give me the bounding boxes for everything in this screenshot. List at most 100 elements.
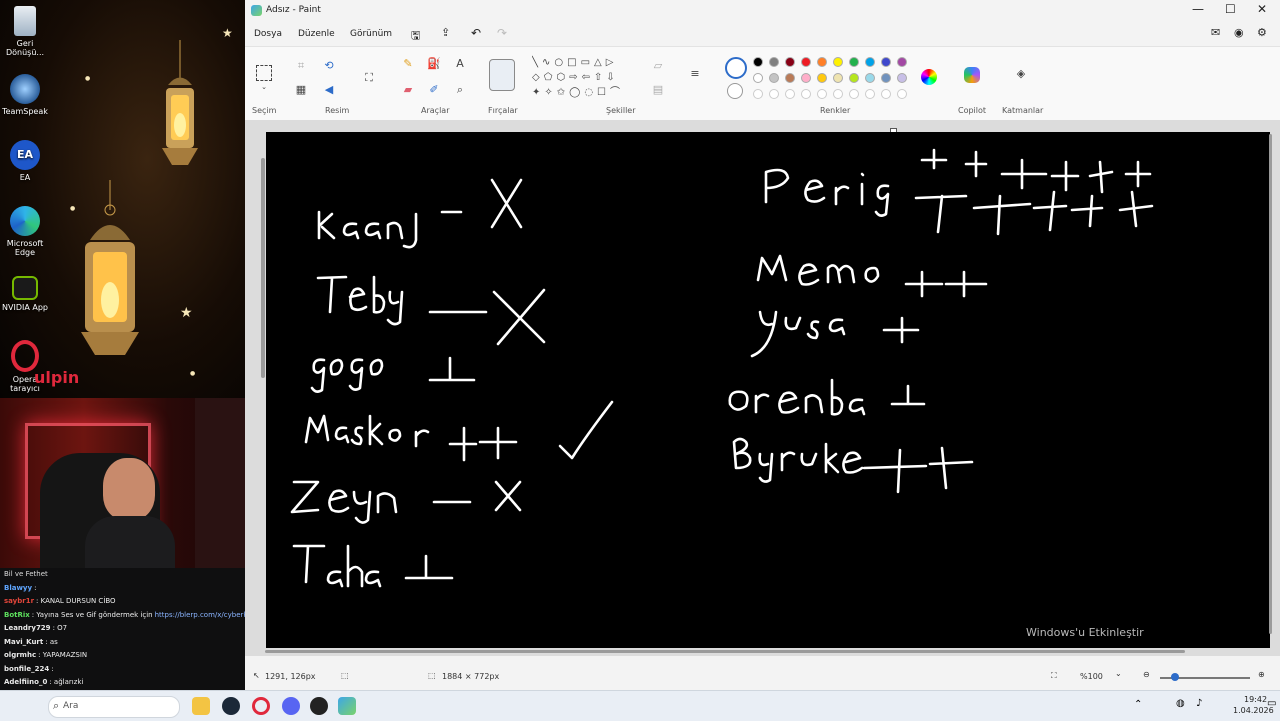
drawing-canvas[interactable]: Windows'u Etkinleştir <box>266 132 1270 648</box>
color-swatch[interactable] <box>785 57 795 67</box>
color-swatch[interactable] <box>897 73 907 83</box>
shape-fill-icon[interactable]: ▤ <box>650 83 666 96</box>
copilot-icon[interactable] <box>964 67 980 83</box>
pencil-icon[interactable]: ✎ <box>400 57 416 70</box>
flip-icon[interactable]: ◀ <box>321 83 337 96</box>
desktop-icon-teamspeak[interactable]: TeamSpeak <box>0 74 50 116</box>
chat-link[interactable]: https://blerp.com/x/cyberkhan <box>155 611 245 619</box>
shape-outline-icon[interactable]: ▱ <box>650 59 666 72</box>
chevron-down-icon[interactable]: ⌄ <box>256 83 272 91</box>
custom-color-slot[interactable] <box>785 89 795 99</box>
primary-color[interactable] <box>725 57 747 79</box>
chat-username[interactable]: saybr1r <box>4 597 34 605</box>
color-swatch[interactable] <box>881 73 891 83</box>
chevron-down-icon[interactable]: ⌄ <box>1115 669 1122 678</box>
zoom-select[interactable]: %100 <box>1080 672 1103 681</box>
custom-color-slot[interactable] <box>769 89 779 99</box>
desktop-icon-nvidia[interactable]: NVIDIA App <box>0 276 50 312</box>
color-swatch[interactable] <box>785 73 795 83</box>
custom-color-slot[interactable] <box>801 89 811 99</box>
discord-icon[interactable] <box>282 697 300 715</box>
chat-username[interactable]: Blawyy <box>4 584 32 592</box>
menu-file[interactable]: Dosya <box>254 29 282 39</box>
color-picker-icon[interactable]: ✐ <box>426 83 442 96</box>
search-box[interactable]: ⌕ Ara <box>48 696 180 718</box>
opera-taskbar-icon[interactable] <box>252 697 270 715</box>
network-icon[interactable]: ◍ <box>1176 698 1185 709</box>
share-icon[interactable]: ⇪ <box>441 26 450 39</box>
custom-color-slot[interactable] <box>817 89 827 99</box>
text-icon[interactable]: A <box>452 57 468 70</box>
eraser-icon[interactable]: ▰ <box>400 83 416 96</box>
custom-color-slot[interactable] <box>833 89 843 99</box>
color-swatch[interactable] <box>849 57 859 67</box>
shapes-gallery[interactable]: ╲∿○□▭△▷ ◇⬠⬡⇨⇦⇧⇩ ✦✧✩◯◌☐⌒ <box>532 55 636 101</box>
fill-icon[interactable]: ⛽ <box>426 57 442 70</box>
obs-icon[interactable] <box>310 697 328 715</box>
chat-username[interactable]: Adelfiino_0 <box>4 678 47 686</box>
notification-icon[interactable]: ▭ <box>1267 698 1276 709</box>
zoom-in-icon[interactable]: ⊕ <box>1258 670 1265 679</box>
layers-icon[interactable]: ◈ <box>1013 67 1029 80</box>
horizontal-scrollbar[interactable] <box>265 650 1185 653</box>
color-swatch[interactable] <box>833 73 843 83</box>
vertical-scrollbar[interactable] <box>1269 134 1272 634</box>
resize-icon[interactable]: ▦ <box>293 83 309 96</box>
color-swatch[interactable] <box>865 57 875 67</box>
color-swatch[interactable] <box>769 57 779 67</box>
selection-tool[interactable] <box>256 65 272 81</box>
desktop-icon-edge[interactable]: Microsoft Edge <box>0 206 50 257</box>
close-button[interactable]: ✕ <box>1257 2 1267 16</box>
volume-icon[interactable]: ♪ <box>1196 698 1202 709</box>
color-swatch[interactable] <box>817 73 827 83</box>
size-icon[interactable]: ≡ <box>687 67 703 80</box>
chat-username[interactable]: olgrmhc <box>4 651 36 659</box>
chat-username[interactable]: Leandry729 <box>4 624 51 632</box>
image-select-icon[interactable]: ⛶ <box>361 71 377 85</box>
chat-username[interactable]: Mavi_Kurt <box>4 638 43 646</box>
color-swatch[interactable] <box>881 57 891 67</box>
maximize-button[interactable]: ☐ <box>1225 2 1236 16</box>
custom-color-slot[interactable] <box>753 89 763 99</box>
paint-taskbar-icon[interactable] <box>338 697 356 715</box>
color-swatch[interactable] <box>769 73 779 83</box>
custom-color-slot[interactable] <box>849 89 859 99</box>
color-swatch[interactable] <box>865 73 875 83</box>
steam-icon[interactable] <box>222 697 240 715</box>
save-icon[interactable]: 🖫 <box>411 27 420 46</box>
menu-edit[interactable]: Düzenle <box>298 29 335 39</box>
account-icon[interactable]: ◉ <box>1234 26 1244 39</box>
chevron-up-icon[interactable]: ⌃ <box>1134 699 1142 710</box>
fit-to-window-icon[interactable]: ⛶ <box>1051 671 1057 681</box>
custom-color-slot[interactable] <box>865 89 875 99</box>
color-swatch[interactable] <box>897 57 907 67</box>
redo-icon[interactable]: ↷ <box>497 26 507 40</box>
color-swatch[interactable] <box>833 57 843 67</box>
vertical-scroll-left[interactable] <box>261 158 265 378</box>
desktop-icon-recycle-bin[interactable]: Geri Dönüşü... <box>0 6 50 57</box>
zoom-out-icon[interactable]: ⊖ <box>1143 670 1150 679</box>
clock-time[interactable]: 19:42 <box>1244 695 1267 704</box>
desktop-icon-ea[interactable]: EA EA <box>0 140 50 182</box>
custom-color-slot[interactable] <box>881 89 891 99</box>
color-swatch[interactable] <box>801 73 811 83</box>
secondary-color[interactable] <box>727 83 743 99</box>
color-swatch[interactable] <box>849 73 859 83</box>
undo-icon[interactable]: ↶ <box>471 26 481 40</box>
rotate-icon[interactable]: ⟲ <box>321 59 337 72</box>
crop-icon[interactable]: ⌗ <box>293 59 309 73</box>
minimize-button[interactable]: — <box>1192 2 1204 16</box>
chat-username[interactable]: bonfile_224 <box>4 665 49 673</box>
color-swatch[interactable] <box>753 73 763 83</box>
chat-username[interactable]: BotRix <box>4 611 30 619</box>
custom-color-slot[interactable] <box>897 89 907 99</box>
magnifier-icon[interactable]: ⌕ <box>452 83 468 97</box>
feedback-icon[interactable]: ✉ <box>1211 26 1220 39</box>
file-explorer-icon[interactable] <box>192 697 210 715</box>
menu-view[interactable]: Görünüm <box>350 29 392 39</box>
color-swatch[interactable] <box>801 57 811 67</box>
settings-icon[interactable]: ⚙ <box>1257 26 1267 39</box>
zoom-slider-thumb[interactable] <box>1171 673 1179 681</box>
brush-icon[interactable] <box>489 59 515 91</box>
color-swatch[interactable] <box>753 57 763 67</box>
